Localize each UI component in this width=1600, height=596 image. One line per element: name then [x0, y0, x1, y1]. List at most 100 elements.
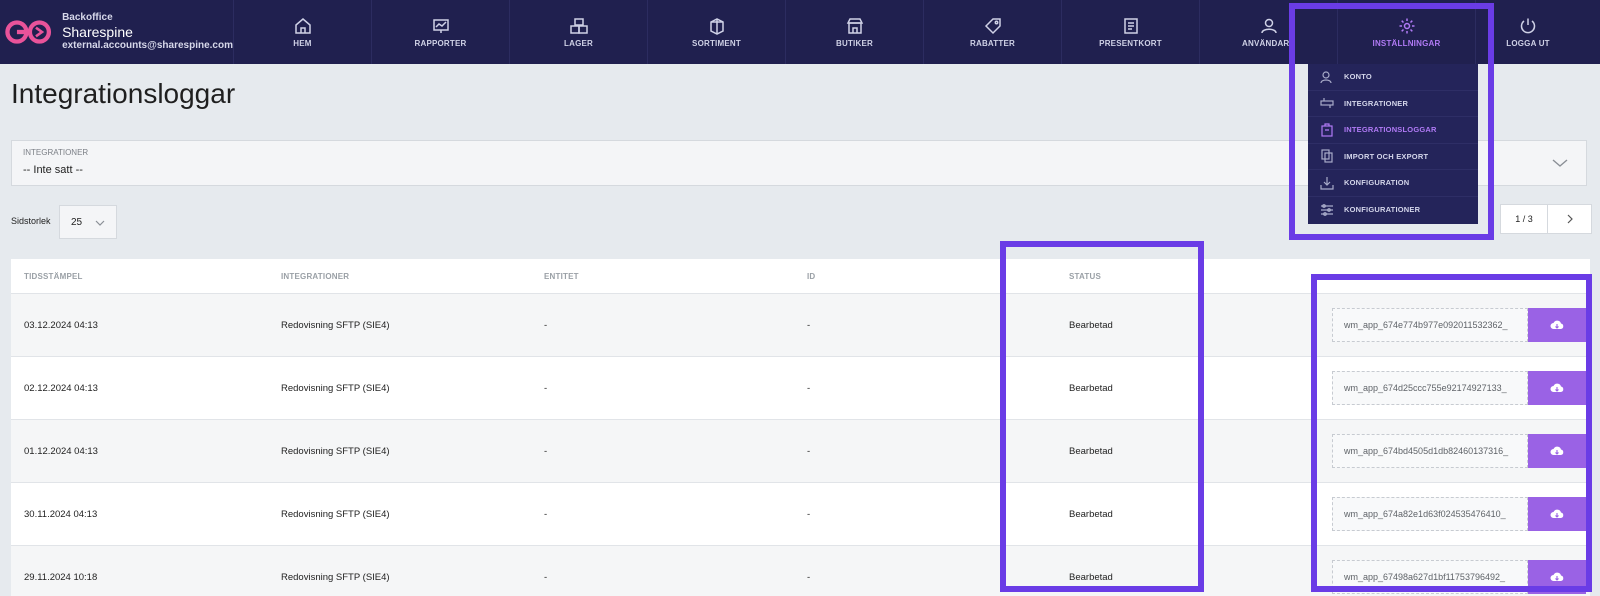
- nav-label: HEM: [293, 38, 312, 48]
- cell-entity: -: [544, 319, 548, 331]
- nav-label: RABATTER: [969, 38, 1015, 48]
- cloud-download-icon: [1550, 446, 1564, 455]
- column-header[interactable]: ID: [807, 272, 815, 281]
- nav-item-rabatter[interactable]: RABATTER: [924, 0, 1062, 64]
- users-icon: [1260, 18, 1277, 33]
- download-button[interactable]: [1528, 560, 1586, 594]
- chart-icon: [432, 18, 449, 33]
- cell-id: -: [807, 382, 811, 394]
- log-table: TIDSSTÄMPEL INTEGRATIONER ENTITET ID STA…: [11, 259, 1590, 596]
- cell-timestamp: 01.12.2024 04:13: [24, 445, 98, 457]
- nav-item-installningar[interactable]: INSTÄLLNINGAR: [1338, 0, 1476, 64]
- menu-item-import-och-export[interactable]: IMPORT OCH EXPORT: [1308, 144, 1478, 170]
- file-download: wm_app_674a82e1d63f024535476410_: [1332, 497, 1587, 531]
- menu-item-konfiguration[interactable]: KONFIGURATION: [1308, 170, 1478, 197]
- brand-name: Sharespine: [62, 23, 133, 40]
- nav-label: PRESENTKORT: [1099, 38, 1162, 48]
- menu-item-label: KONFIGURATIONER: [1344, 205, 1421, 215]
- cell-entity: -: [544, 382, 548, 394]
- cloud-download-icon: [1550, 320, 1564, 329]
- table-header: TIDSSTÄMPEL INTEGRATIONER ENTITET ID STA…: [11, 259, 1590, 294]
- cell-integration: Redovisning SFTP (SIE4): [281, 508, 390, 520]
- giftcard-icon: [1123, 17, 1138, 34]
- menu-item-label: KONFIGURATION: [1344, 178, 1410, 188]
- table-row[interactable]: 30.11.2024 04:13 Redovisning SFTP (SIE4)…: [11, 483, 1590, 546]
- menu-item-integrationer[interactable]: INTEGRATIONER: [1308, 91, 1478, 117]
- table-row[interactable]: 01.12.2024 04:13 Redovisning SFTP (SIE4)…: [11, 420, 1590, 483]
- account-email: external.accounts@sharespine.com: [62, 40, 233, 52]
- integration-select-value: -- Inte satt --: [23, 164, 83, 176]
- brand[interactable]: Backoffice Sharespine external.accounts@…: [0, 0, 234, 64]
- file-name: wm_app_674a82e1d63f024535476410_: [1332, 497, 1528, 531]
- download-button[interactable]: [1528, 308, 1586, 342]
- table-body: 03.12.2024 04:13 Redovisning SFTP (SIE4)…: [11, 294, 1590, 596]
- download-button[interactable]: [1528, 497, 1586, 531]
- nav-item-anvandare[interactable]: ANVÄNDARE: [1200, 0, 1338, 64]
- gear-icon: [1399, 18, 1414, 33]
- cell-status: Bearbetad: [1069, 382, 1113, 394]
- cell-timestamp: 30.11.2024 04:13: [24, 508, 98, 520]
- cell-integration: Redovisning SFTP (SIE4): [281, 571, 390, 583]
- column-header[interactable]: TIDSSTÄMPEL: [24, 272, 83, 281]
- file-name: wm_app_674d25ccc755e92174927133_: [1332, 371, 1528, 405]
- file-download: wm_app_67498a627d1bf11753796492_: [1332, 560, 1587, 594]
- pagination: 1 / 3: [1500, 204, 1592, 234]
- cell-id: -: [807, 508, 811, 520]
- pagesize-select[interactable]: 25: [59, 205, 117, 239]
- main-nav: HEM RAPPORTER LAGER SORTIMENT BUTIKER RA…: [234, 0, 1600, 64]
- import-export-icon: [1321, 149, 1333, 163]
- nav-item-lager[interactable]: LAGER: [510, 0, 648, 64]
- download-tray-icon: [1320, 176, 1334, 190]
- file-name: wm_app_67498a627d1bf11753796492_: [1332, 560, 1528, 594]
- cloud-download-icon: [1550, 509, 1564, 518]
- menu-item-label: INTEGRATIONSLOGGAR: [1344, 125, 1437, 135]
- cell-id: -: [807, 445, 811, 457]
- integration-select-label: INTEGRATIONER: [23, 148, 89, 157]
- nav-item-sortiment[interactable]: SORTIMENT: [648, 0, 786, 64]
- column-header[interactable]: STATUS: [1069, 272, 1101, 281]
- page-indicator: 1 / 3: [1500, 204, 1548, 234]
- go-logo-icon: [5, 20, 52, 44]
- menu-item-konfigurationer[interactable]: KONFIGURATIONER: [1308, 197, 1478, 224]
- pagesize-label: Sidstorlek: [11, 216, 51, 226]
- column-header[interactable]: ENTITET: [544, 272, 579, 281]
- cloud-download-icon: [1550, 572, 1564, 581]
- nav-item-butiker[interactable]: BUTIKER: [786, 0, 924, 64]
- nav-label: RAPPORTER: [414, 38, 467, 48]
- cell-timestamp: 29.11.2024 10:18: [24, 571, 98, 583]
- cell-entity: -: [544, 571, 548, 583]
- menu-item-integrationsloggar[interactable]: INTEGRATIONSLOGGAR: [1308, 117, 1478, 144]
- cell-integration: Redovisning SFTP (SIE4): [281, 319, 390, 331]
- store-icon: [846, 17, 863, 34]
- next-page-button[interactable]: [1548, 204, 1592, 234]
- table-row[interactable]: 02.12.2024 04:13 Redovisning SFTP (SIE4)…: [11, 357, 1590, 420]
- nav-label: ANVÄNDARE: [1242, 38, 1295, 48]
- nav-label: LOGGA UT: [1506, 38, 1550, 48]
- page-title: Integrationsloggar: [11, 78, 236, 109]
- nav-item-presentkort[interactable]: PRESENTKORT: [1062, 0, 1200, 64]
- nav-item-rapporter[interactable]: RAPPORTER: [372, 0, 510, 64]
- column-header[interactable]: INTEGRATIONER: [281, 272, 349, 281]
- nav-item-logga-ut[interactable]: LOGGA UT: [1476, 0, 1580, 64]
- pagesize-value: 25: [71, 216, 83, 228]
- table-row[interactable]: 03.12.2024 04:13 Redovisning SFTP (SIE4)…: [11, 294, 1590, 357]
- nav-item-hem[interactable]: HEM: [234, 0, 372, 64]
- power-icon: [1520, 18, 1536, 33]
- cell-status: Bearbetad: [1069, 319, 1113, 331]
- cloud-download-icon: [1550, 383, 1564, 392]
- menu-item-konto[interactable]: KONTO: [1308, 64, 1478, 91]
- menu-item-label: INTEGRATIONER: [1344, 98, 1409, 108]
- menu-item-label: IMPORT OCH EXPORT: [1344, 151, 1429, 161]
- download-button[interactable]: [1528, 434, 1586, 468]
- file-download: wm_app_674d25ccc755e92174927133_: [1332, 371, 1587, 405]
- brand-subtitle: Backoffice: [62, 12, 113, 24]
- boxes-icon: [569, 17, 588, 34]
- nav-label: INSTÄLLNINGAR: [1372, 38, 1441, 48]
- log-icon: [1321, 123, 1333, 137]
- cell-integration: Redovisning SFTP (SIE4): [281, 382, 390, 394]
- nav-label: SORTIMENT: [692, 38, 741, 48]
- package-icon: [709, 17, 724, 35]
- cell-status: Bearbetad: [1069, 508, 1113, 520]
- table-row[interactable]: 29.11.2024 10:18 Redovisning SFTP (SIE4)…: [11, 546, 1590, 596]
- download-button[interactable]: [1528, 371, 1586, 405]
